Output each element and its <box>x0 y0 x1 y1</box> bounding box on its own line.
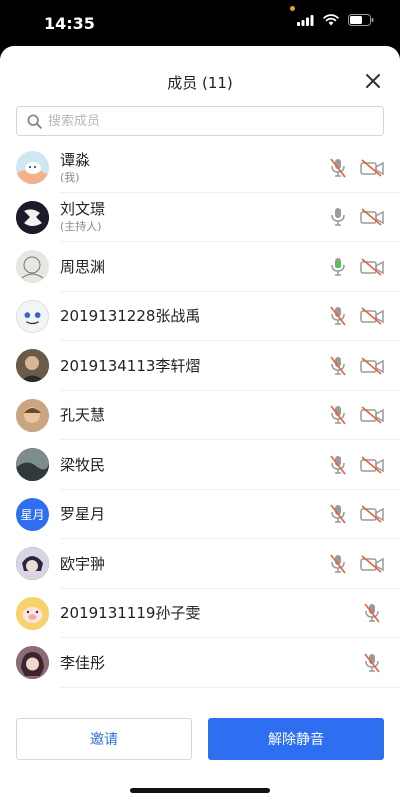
pig-avatar-image <box>16 596 49 630</box>
mic-on-icon[interactable] <box>328 206 348 228</box>
member-row[interactable]: 梁牧民 <box>0 440 400 490</box>
mic-speaking-icon[interactable] <box>328 256 348 278</box>
mic-muted-icon[interactable] <box>362 652 382 674</box>
home-indicator[interactable] <box>130 788 270 793</box>
member-row[interactable]: 2019134113李轩熠 <box>0 341 400 391</box>
member-row[interactable]: 李佳彤 <box>0 638 400 688</box>
photo-avatar-image <box>16 349 49 383</box>
mic-muted-icon[interactable] <box>328 404 348 426</box>
member-name: 2019134113李轩熠 <box>60 356 201 375</box>
status-icons <box>297 14 374 26</box>
avatar <box>16 151 49 185</box>
avatar-initials: 星月 <box>20 507 45 522</box>
member-info: 李佳彤 <box>60 654 105 672</box>
search-icon <box>27 113 42 129</box>
status-bar: 14:35 <box>0 0 400 46</box>
girl-avatar-image <box>16 646 49 680</box>
member-row[interactable]: 2019131228张战禹 <box>0 292 400 342</box>
video-off-icon[interactable] <box>360 307 384 325</box>
member-name: 孔天慧 <box>60 406 106 425</box>
search-box[interactable] <box>16 106 384 136</box>
member-info: 2019131228张战禹 <box>60 307 200 325</box>
member-name: 谭淼 <box>60 150 91 169</box>
photo-avatar-image <box>16 398 49 432</box>
anime-avatar-image <box>16 547 49 581</box>
avatar <box>16 547 49 581</box>
member-row[interactable]: 欧宇翀 <box>0 539 400 589</box>
member-row[interactable]: 周思渊 <box>0 242 400 292</box>
member-info: 刘文璟 (主持人) <box>60 200 105 234</box>
search-input[interactable] <box>48 113 348 129</box>
video-off-icon[interactable] <box>360 357 384 375</box>
member-name: 梁牧民 <box>60 455 106 474</box>
dark-avatar-image <box>16 200 49 234</box>
avatar <box>16 646 49 680</box>
video-off-icon[interactable] <box>360 456 384 474</box>
avatar <box>16 596 49 630</box>
cellular-signal-icon <box>297 14 314 26</box>
member-row[interactable]: 谭淼 (我) <box>0 143 400 193</box>
member-info: 谭淼 (我) <box>60 151 90 185</box>
member-name: 欧宇翀 <box>60 554 106 573</box>
member-name: 李佳彤 <box>60 653 106 672</box>
video-off-icon[interactable] <box>360 406 384 424</box>
video-off-icon[interactable] <box>360 258 384 276</box>
mic-muted-icon[interactable] <box>328 553 348 575</box>
close-icon[interactable] <box>364 72 382 90</box>
member-name: 2019131228张战禹 <box>60 307 201 326</box>
cat-avatar-image <box>16 151 49 185</box>
member-name: 罗星月 <box>60 505 106 524</box>
mic-muted-icon[interactable] <box>328 503 348 525</box>
member-role: (我) <box>60 170 80 184</box>
member-row[interactable]: 刘文璟 (主持人) <box>0 193 400 243</box>
member-name: 刘文璟 <box>60 200 106 219</box>
member-row[interactable]: 孔天慧 <box>0 391 400 441</box>
member-info: 2019131119孙子雯 <box>60 604 200 622</box>
member-row[interactable]: 星月 罗星月 <box>0 490 400 540</box>
landscape-avatar-image <box>16 448 49 482</box>
member-name: 周思渊 <box>60 257 106 276</box>
status-time: 14:35 <box>44 14 95 33</box>
video-off-icon[interactable] <box>360 159 384 177</box>
member-info: 周思渊 <box>60 258 105 276</box>
video-off-icon[interactable] <box>360 505 384 523</box>
members-sheet: 成员 (11) 谭淼 (我) <box>0 46 400 800</box>
wifi-icon <box>323 14 339 26</box>
cartoon-avatar-image <box>17 300 48 332</box>
sheet-title: 成员 (11) <box>167 74 233 92</box>
member-info: 欧宇翀 <box>60 555 105 573</box>
avatar <box>16 299 49 333</box>
member-info: 梁牧民 <box>60 456 105 474</box>
sketch-avatar-image <box>16 250 49 284</box>
avatar <box>16 349 49 383</box>
member-info: 罗星月 <box>60 505 105 523</box>
member-info: 孔天慧 <box>60 406 105 424</box>
avatar <box>16 200 49 234</box>
battery-icon <box>348 14 374 26</box>
mic-muted-icon[interactable] <box>328 355 348 377</box>
video-off-icon[interactable] <box>360 208 384 226</box>
avatar <box>16 448 49 482</box>
member-list: 谭淼 (我) 刘文璟 (主持人) 周思渊 2019131228张战禹 20191… <box>0 143 400 688</box>
avatar <box>16 250 49 284</box>
avatar <box>16 398 49 432</box>
video-off-icon[interactable] <box>360 555 384 573</box>
invite-button[interactable]: 邀请 <box>16 718 192 760</box>
avatar: 星月 <box>16 497 49 531</box>
member-role: (主持人) <box>60 220 102 234</box>
mic-muted-icon[interactable] <box>328 305 348 327</box>
unmute-all-button[interactable]: 解除静音 <box>208 718 384 760</box>
member-name: 2019131119孙子雯 <box>60 604 201 623</box>
member-row[interactable]: 2019131119孙子雯 <box>0 589 400 639</box>
mic-muted-icon[interactable] <box>328 157 348 179</box>
mic-muted-icon[interactable] <box>362 602 382 624</box>
mic-muted-icon[interactable] <box>328 454 348 476</box>
member-info: 2019134113李轩熠 <box>60 357 200 375</box>
camera-indicator-dot <box>290 6 295 11</box>
